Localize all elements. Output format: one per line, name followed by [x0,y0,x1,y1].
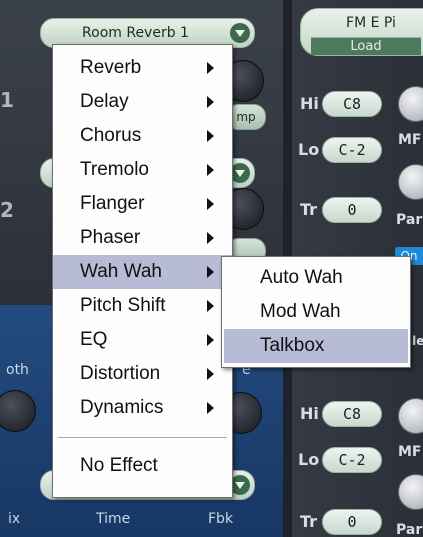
submenu-arrow-icon [207,130,214,142]
submenu-arrow-icon [207,266,214,278]
par-label-upper: Par [396,212,423,228]
effect-type-menu: Reverb Delay Chorus Tremolo Flanger Phas… [52,44,233,498]
feedback-label: Fbk [208,511,234,527]
menu-item-flanger[interactable]: Flanger [53,187,232,221]
load-button[interactable]: Load [311,37,421,55]
preset-selector-label: Room Reverb 1 [82,25,189,41]
menu-item-delay[interactable]: Delay [53,85,232,119]
tr-label-upper: Tr [300,200,318,219]
submenu-item-talkbox[interactable]: Talkbox [224,329,408,363]
menu-item-eq[interactable]: EQ [53,323,232,357]
submenu-arrow-icon [207,368,214,380]
submenu-arrow-icon [207,96,214,108]
menu-item-reverb[interactable]: Reverb [53,51,232,85]
menu-separator [58,437,227,438]
par-label-lower: Par [396,522,423,537]
submenu-arrow-icon [207,300,214,312]
mf-label-upper: MF [398,132,422,148]
mf-label-lower: MF [398,444,422,460]
hi-value-upper[interactable]: C8 [322,91,382,117]
submenu-arrow-icon [207,334,214,346]
chevron-down-icon[interactable] [230,23,250,43]
menu-item-no-effect[interactable]: No Effect [53,449,232,483]
wah-wah-submenu: Auto Wah Mod Wah Talkbox [221,256,411,368]
menu-item-wah-wah[interactable]: Wah Wah [53,255,232,289]
menu-item-tremolo[interactable]: Tremolo [53,153,232,187]
submenu-arrow-icon [207,232,214,244]
tr-value-upper[interactable]: 0 [322,197,382,223]
mix-label: ix [8,511,21,527]
menu-item-phaser[interactable]: Phaser [53,221,232,255]
tr-value-lower[interactable]: 0 [322,509,382,535]
submenu-arrow-icon [207,62,214,74]
lo-label-upper: Lo [298,140,320,159]
lo-label-lower: Lo [298,450,320,469]
time-label: Time [96,511,131,527]
slot-number-1: 1 [0,88,14,112]
knob-label-depth: oth [6,362,29,378]
menu-item-dynamics[interactable]: Dynamics [53,391,232,425]
lo-value-lower[interactable]: C-2 [322,447,382,473]
plugin-window: Room Reverb 1 1 2 mp oth e ix Time Fbk F… [0,0,423,537]
instrument-preset[interactable]: FM E Pi Load [300,8,423,56]
submenu-item-mod-wah[interactable]: Mod Wah [222,295,410,329]
chevron-down-icon[interactable] [230,475,250,495]
lo-value-upper[interactable]: C-2 [322,137,382,163]
tr-label-lower: Tr [300,512,318,531]
menu-item-chorus[interactable]: Chorus [53,119,232,153]
hi-label-upper: Hi [300,94,319,113]
submenu-arrow-icon [207,164,214,176]
menu-item-distortion[interactable]: Distortion [53,357,232,391]
submenu-arrow-icon [207,402,214,414]
hi-value-lower[interactable]: C8 [322,401,382,427]
instrument-preset-title: FM E Pi [346,15,396,31]
submenu-item-auto-wah[interactable]: Auto Wah [222,261,410,295]
chevron-down-icon[interactable] [230,163,250,183]
submenu-arrow-icon [207,198,214,210]
slot-number-2: 2 [0,198,14,222]
menu-item-pitch-shift[interactable]: Pitch Shift [53,289,232,323]
hi-label-lower: Hi [300,404,319,423]
